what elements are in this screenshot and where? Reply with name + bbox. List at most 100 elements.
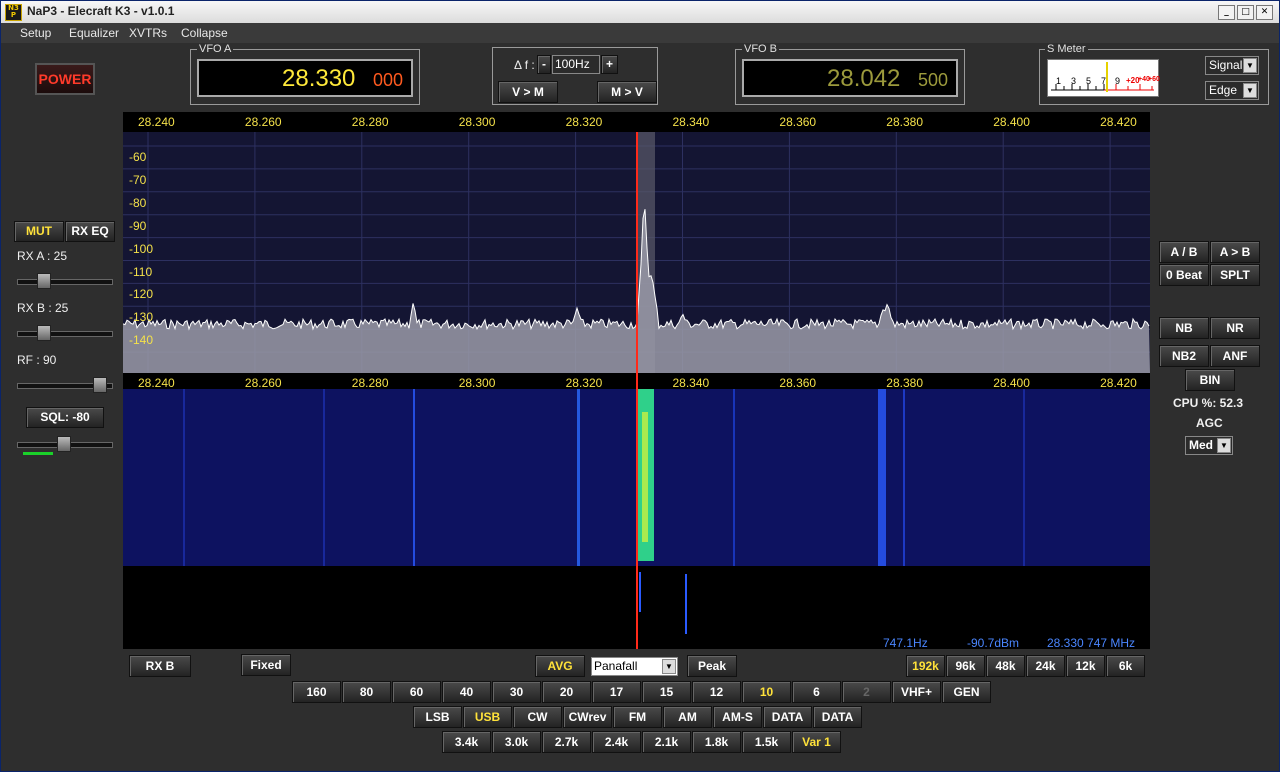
nr-button[interactable]: NR — [1210, 317, 1260, 339]
band-button-17[interactable]: 17 — [592, 681, 641, 703]
menu-xvtrs[interactable]: XVTRs — [129, 26, 167, 40]
delta-minus-button[interactable]: - — [537, 55, 551, 74]
close-button[interactable]: ✕ — [1256, 5, 1273, 20]
smeter-trigger-select[interactable]: Edge ▼ — [1205, 81, 1259, 100]
menu-equalizer[interactable]: Equalizer — [69, 26, 119, 40]
spectrum-freq-tick: 28.420 — [1100, 115, 1137, 129]
nb-button[interactable]: NB — [1159, 317, 1209, 339]
avg-button[interactable]: AVG — [535, 655, 585, 677]
filter-button-1.8k[interactable]: 1.8k — [692, 731, 741, 753]
mode-button-data[interactable]: DATA — [763, 706, 812, 728]
spectrum-freq-tick: 28.260 — [244, 115, 282, 129]
a-to-b-button[interactable]: A > B — [1210, 241, 1260, 263]
waterfall-freq-tick: 28.260 — [244, 376, 282, 390]
split-button[interactable]: SPLT — [1210, 264, 1260, 286]
filter-button-2.4k[interactable]: 2.4k — [592, 731, 641, 753]
power-button[interactable]: POWER — [35, 63, 95, 95]
sql-slider[interactable] — [15, 434, 113, 455]
band-button-160[interactable]: 160 — [292, 681, 341, 703]
smeter-mode-select[interactable]: Signal ▼ — [1205, 56, 1259, 75]
waterfall-signal-trail — [685, 574, 687, 634]
filter-button-2.7k[interactable]: 2.7k — [542, 731, 591, 753]
waterfall-signal-streak — [183, 389, 185, 566]
mode-button-data[interactable]: DATA — [813, 706, 862, 728]
span-button-96k[interactable]: 96k — [946, 655, 985, 677]
rx-b-slider-thumb[interactable] — [37, 325, 51, 341]
smeter-scale-1: 1 — [1056, 76, 1062, 86]
band-button-20[interactable]: 20 — [542, 681, 591, 703]
rx-a-slider[interactable] — [15, 271, 113, 291]
band-button-60[interactable]: 60 — [392, 681, 441, 703]
waterfall-signal-streak — [323, 389, 325, 566]
delta-plus-button[interactable]: + — [601, 55, 618, 74]
waterfall-freq-tick: 28.280 — [351, 376, 389, 390]
fixed-button[interactable]: Fixed — [241, 654, 291, 676]
band-button-6[interactable]: 6 — [792, 681, 841, 703]
waterfall-signal-streak — [1023, 389, 1025, 566]
a-b-button[interactable]: A / B — [1159, 241, 1209, 263]
mode-button-cwrev[interactable]: CWrev — [563, 706, 612, 728]
filter-button-2.1k[interactable]: 2.1k — [642, 731, 691, 753]
delta-step-field[interactable]: 100Hz — [552, 55, 600, 74]
filter-button-1.5k[interactable]: 1.5k — [742, 731, 791, 753]
filter-button-3.4k[interactable]: 3.4k — [442, 731, 491, 753]
agc-select[interactable]: Med ▼ — [1185, 436, 1233, 455]
band-button-VHF+[interactable]: VHF+ — [892, 681, 941, 703]
rf-slider[interactable] — [15, 375, 113, 395]
band-button-15[interactable]: 15 — [642, 681, 691, 703]
span-button-6k[interactable]: 6k — [1106, 655, 1145, 677]
sql-level-bar — [23, 452, 53, 455]
mode-button-fm[interactable]: FM — [613, 706, 662, 728]
filter-button-3.0k[interactable]: 3.0k — [492, 731, 541, 753]
m-to-v-button[interactable]: M > V — [597, 81, 657, 103]
bin-button[interactable]: BIN — [1185, 369, 1235, 391]
sql-button[interactable]: SQL: -80 — [26, 407, 104, 428]
zero-beat-button[interactable]: 0 Beat — [1159, 264, 1209, 286]
agc-value: Med — [1189, 438, 1213, 452]
span-button-48k[interactable]: 48k — [986, 655, 1025, 677]
span-button-12k[interactable]: 12k — [1066, 655, 1105, 677]
rx-a-slider-thumb[interactable] — [37, 273, 51, 289]
band-button-12[interactable]: 12 — [692, 681, 741, 703]
menu-setup[interactable]: Setup — [20, 26, 51, 40]
rx-eq-button[interactable]: RX EQ — [65, 221, 115, 242]
waterfall-signal-streak — [413, 389, 415, 566]
span-button-192k[interactable]: 192k — [906, 655, 945, 677]
minimize-button[interactable]: _ — [1218, 5, 1235, 20]
mode-button-am-s[interactable]: AM-S — [713, 706, 762, 728]
display-mode-select[interactable]: Panafall ▼ — [591, 657, 678, 676]
menu-collapse[interactable]: Collapse — [181, 26, 228, 40]
spectrum-freq-tick: 28.320 — [565, 115, 603, 129]
band-button-30[interactable]: 30 — [492, 681, 541, 703]
v-to-m-button[interactable]: V > M — [498, 81, 558, 103]
mode-button-lsb[interactable]: LSB — [413, 706, 462, 728]
band-button-2[interactable]: 2 — [842, 681, 891, 703]
vfo-a-display[interactable]: 28.330 000 — [197, 59, 413, 97]
vfo-b-label: VFO B — [742, 43, 780, 55]
rf-slider-thumb[interactable] — [93, 377, 107, 393]
anf-button[interactable]: ANF — [1210, 345, 1260, 367]
band-button-10[interactable]: 10 — [742, 681, 791, 703]
agc-label: AGC — [1196, 416, 1223, 430]
sql-slider-thumb[interactable] — [57, 436, 71, 452]
filter-button-Var 1[interactable]: Var 1 — [792, 731, 841, 753]
maximize-button[interactable]: □ — [1237, 5, 1254, 20]
mute-button[interactable]: MUT — [14, 221, 64, 242]
rx-b-button[interactable]: RX B — [129, 655, 191, 677]
waterfall-freq-tick: 28.400 — [993, 376, 1030, 390]
mode-button-usb[interactable]: USB — [463, 706, 512, 728]
spectrum-db-tick: -110 — [129, 264, 153, 279]
span-button-24k[interactable]: 24k — [1026, 655, 1065, 677]
smeter-scale-5: 5 — [1086, 76, 1092, 86]
nb2-button[interactable]: NB2 — [1159, 345, 1209, 367]
band-button-GEN[interactable]: GEN — [942, 681, 991, 703]
peak-button[interactable]: Peak — [687, 655, 737, 677]
vfo-b-hz: 500 — [918, 70, 949, 90]
mode-button-cw[interactable]: CW — [513, 706, 562, 728]
band-button-40[interactable]: 40 — [442, 681, 491, 703]
rx-b-slider[interactable] — [15, 323, 113, 343]
delta-label: Δ f : — [514, 58, 535, 72]
vfo-b-display[interactable]: 28.042 500 — [742, 59, 958, 97]
band-button-80[interactable]: 80 — [342, 681, 391, 703]
mode-button-am[interactable]: AM — [663, 706, 712, 728]
